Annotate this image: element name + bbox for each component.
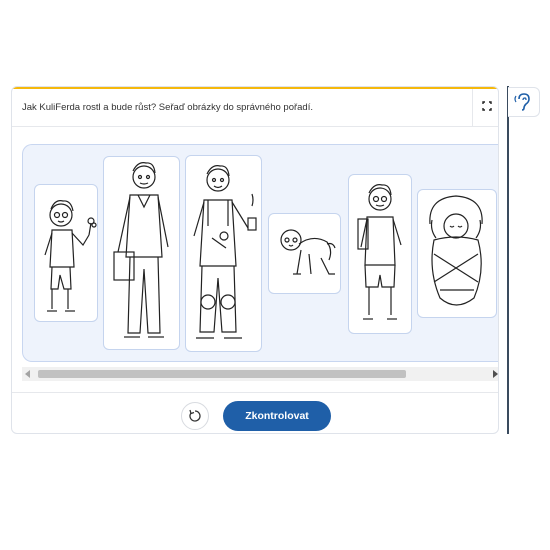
schoolboy-drawing <box>357 184 402 320</box>
exercise-header: Jak KuliFerda rostl a bude růst? Seřaď o… <box>12 89 498 127</box>
tile-child-with-flower[interactable] <box>34 184 98 322</box>
accessibility-button[interactable] <box>508 87 540 117</box>
tile-swaddled-baby[interactable] <box>417 189 497 318</box>
child-with-flower-drawing <box>44 200 97 312</box>
tile-worker-with-tools[interactable] <box>185 155 262 352</box>
reset-icon <box>189 409 201 422</box>
worker-drawing <box>193 165 257 339</box>
task-prompt: Jak KuliFerda rostl a bude růst? Seřaď o… <box>22 102 313 113</box>
ear-icon <box>514 93 530 111</box>
reset-button[interactable] <box>181 402 209 430</box>
side-panel-divider <box>507 86 509 434</box>
fullscreen-icon <box>482 101 492 111</box>
tile-schoolboy-with-backpack[interactable] <box>348 174 412 334</box>
adult-man-drawing <box>113 162 169 338</box>
tile-man-with-briefcase[interactable] <box>103 156 180 350</box>
header-divider <box>472 89 473 126</box>
exercise-card: Jak KuliFerda rostl a bude růst? Seřaď o… <box>11 86 499 434</box>
tile-crawling-toddler[interactable] <box>268 213 341 294</box>
sorting-area <box>22 144 498 362</box>
fullscreen-button[interactable] <box>476 95 498 119</box>
scroll-left-arrow-icon[interactable] <box>25 370 30 378</box>
scroll-right-arrow-icon[interactable] <box>493 370 498 378</box>
check-button[interactable]: Zkontrolovat <box>223 401 331 431</box>
footer-divider <box>12 392 498 393</box>
scrollbar-thumb[interactable] <box>38 370 406 378</box>
swaddled-baby-drawing <box>429 195 483 306</box>
horizontal-scrollbar[interactable] <box>22 367 498 381</box>
crawling-baby-drawing <box>280 229 336 275</box>
